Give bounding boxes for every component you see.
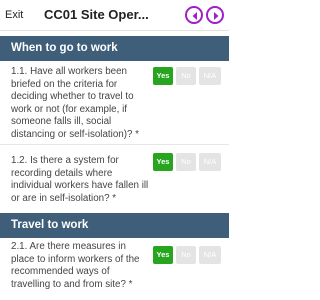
no-option[interactable]: No [176, 153, 196, 171]
top-bar: Exit CC01 Site Oper... [0, 0, 229, 31]
chevron-left-icon [192, 12, 197, 20]
no-option[interactable]: No [176, 67, 196, 85]
answer-options: Yes No N/A [153, 246, 221, 264]
exit-button[interactable]: Exit [5, 9, 23, 21]
yes-option-selected[interactable]: Yes [153, 67, 173, 85]
chevron-right-icon [214, 12, 219, 20]
previous-button[interactable] [185, 6, 203, 24]
section-header-when-to-go-to-work: When to go to work [0, 36, 229, 61]
answer-options: Yes No N/A [153, 153, 221, 171]
yes-option-selected[interactable]: Yes [153, 246, 173, 264]
divider [0, 144, 229, 145]
answer-options: Yes No N/A [153, 67, 221, 85]
page-title: CC01 Site Oper... [44, 7, 149, 22]
no-option[interactable]: No [176, 246, 196, 264]
question-text: 2.1. Are there measures in place to info… [11, 241, 140, 290]
section-header-travel-to-work: Travel to work [0, 213, 229, 238]
question-text: 1.1. Have all workers been briefed on th… [11, 66, 139, 140]
na-option[interactable]: N/A [199, 67, 221, 85]
na-option[interactable]: N/A [199, 153, 221, 171]
next-button[interactable] [206, 6, 224, 24]
question-text: 1.2. Is there a system for recording det… [11, 155, 149, 204]
na-option[interactable]: N/A [199, 246, 221, 264]
yes-option-selected[interactable]: Yes [153, 153, 173, 171]
